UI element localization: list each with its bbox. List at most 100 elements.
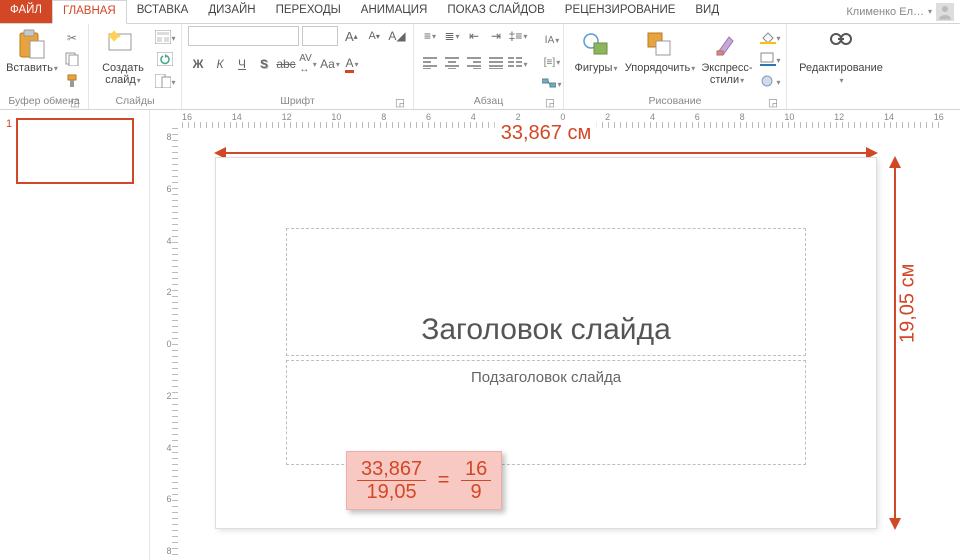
- width-dimension-annotation: 33,867 см: [216, 138, 876, 160]
- section-button[interactable]: ▾: [155, 72, 175, 92]
- shape-fill-button[interactable]: ▾: [760, 28, 780, 48]
- arrange-label: Упорядочить: [625, 62, 690, 74]
- font-size-select[interactable]: [302, 26, 338, 46]
- paste-button[interactable]: Вставить▾: [6, 26, 58, 74]
- justify-button[interactable]: [486, 54, 506, 74]
- smartart-icon: [542, 77, 556, 92]
- quick-styles-button[interactable]: Экспресс-стили▾: [698, 26, 756, 86]
- text-direction-icon: ⅠA: [545, 35, 555, 46]
- columns-icon: [508, 57, 522, 72]
- editing-label: Редактирование: [799, 62, 883, 74]
- account-area[interactable]: Клименко Ел… ▾: [846, 0, 960, 23]
- char-spacing-button[interactable]: AV↔▾: [298, 54, 318, 74]
- layout-button[interactable]: ▾: [155, 28, 175, 48]
- subtitle-placeholder[interactable]: Подзаголовок слайда: [286, 360, 806, 465]
- grow-font-button[interactable]: A▴: [341, 26, 361, 46]
- thumb-preview: [16, 118, 134, 184]
- shape-outline-button[interactable]: ▾: [760, 50, 780, 70]
- underline-button[interactable]: Ч: [232, 54, 252, 74]
- tab-transitions[interactable]: ПЕРЕХОДЫ: [266, 0, 351, 23]
- tab-review[interactable]: РЕЦЕНЗИРОВАНИЕ: [555, 0, 686, 23]
- width-value: 33,867 см: [495, 122, 597, 145]
- tab-view[interactable]: ВИД: [685, 0, 729, 23]
- slide-viewport[interactable]: 33,867 см Заголовок слайда Подзаголовок …: [198, 138, 930, 550]
- section-icon: [155, 74, 171, 91]
- shape-effects-button[interactable]: ▾: [760, 72, 780, 92]
- thumbnail-slide-1[interactable]: 1: [6, 118, 143, 184]
- justify-icon: [489, 57, 503, 72]
- paste-label: Вставить: [6, 62, 53, 74]
- increase-indent-button[interactable]: ⇥: [486, 26, 506, 46]
- smartart-button[interactable]: ▾: [542, 74, 562, 94]
- new-slide-button[interactable]: Создать слайд▾: [95, 26, 151, 86]
- tab-home[interactable]: ГЛАВНАЯ: [52, 0, 127, 24]
- paragraph-dialog-launcher[interactable]: ◲: [545, 97, 555, 107]
- format-painter-button[interactable]: [62, 72, 82, 92]
- numbering-button[interactable]: ≣▾: [442, 26, 462, 46]
- avatar-icon: [936, 3, 954, 21]
- line-spacing-button[interactable]: ‡≡▾: [508, 26, 528, 46]
- eraser-icon: A◢: [388, 29, 405, 43]
- ratio-formula-box: 33,86719,05 = 169: [346, 451, 502, 510]
- outline-icon: [760, 52, 776, 69]
- align-left-icon: [423, 57, 437, 72]
- strike-button[interactable]: abc: [276, 54, 296, 74]
- editing-button[interactable]: Редактирование▾: [793, 26, 889, 86]
- align-right-button[interactable]: [464, 54, 484, 74]
- tab-insert[interactable]: ВСТАВКА: [127, 0, 199, 23]
- group-drawing: Фигуры▾ Упорядочить▾ Экспресс-стили▾ ▾ ▾…: [564, 24, 787, 109]
- group-font-label: Шрифт: [280, 95, 315, 107]
- shrink-font-button[interactable]: A▾: [364, 26, 384, 46]
- tab-file[interactable]: ФАЙЛ: [0, 0, 52, 23]
- new-slide-icon: [107, 28, 139, 60]
- qs-l1: Экспресс-: [701, 62, 752, 74]
- slide-thumbnails-panel[interactable]: 1: [0, 110, 150, 560]
- text-direction-button[interactable]: ⅠA▾: [542, 30, 562, 50]
- bold-button[interactable]: Ж: [188, 54, 208, 74]
- spacing-icon: AV↔: [299, 53, 312, 75]
- height-dimension-annotation: 19,05 см: [884, 158, 906, 528]
- group-slides-label: Слайды: [115, 95, 154, 107]
- group-paragraph: ≡▾ ≣▾ ⇤ ⇥ ‡≡▾ ▾ ⅠA▾ [≡]▾ ▾ Абзац ◲: [414, 24, 564, 109]
- group-drawing-label: Рисование: [649, 95, 702, 107]
- group-clipboard: Вставить▾ ✂ Буфер обмена ◲: [0, 24, 89, 109]
- copy-button[interactable]: [62, 50, 82, 70]
- ribbon: Вставить▾ ✂ Буфер обмена ◲ Создать слайд…: [0, 24, 960, 110]
- columns-button[interactable]: ▾: [508, 54, 528, 74]
- font-name-select[interactable]: [188, 26, 299, 46]
- decrease-indent-button[interactable]: ⇤: [464, 26, 484, 46]
- drawing-dialog-launcher[interactable]: ◲: [768, 97, 778, 107]
- shapes-button[interactable]: Фигуры▾: [570, 26, 622, 74]
- tab-animation[interactable]: АНИМАЦИЯ: [351, 0, 438, 23]
- ribbon-tabs: ФАЙЛ ГЛАВНАЯ ВСТАВКА ДИЗАЙН ПЕРЕХОДЫ АНИ…: [0, 0, 960, 24]
- subtitle-placeholder-text: Подзаголовок слайда: [471, 369, 621, 386]
- shapes-label: Фигуры: [575, 62, 613, 74]
- arrange-icon: [644, 28, 676, 60]
- align-text-button[interactable]: [≡]▾: [542, 52, 562, 72]
- height-value: 19,05 см: [897, 264, 920, 343]
- layout-icon: [155, 30, 171, 47]
- reset-button[interactable]: [155, 50, 175, 70]
- change-case-button[interactable]: Aa▾: [320, 54, 340, 74]
- italic-button[interactable]: К: [210, 54, 230, 74]
- clear-format-button[interactable]: A◢: [387, 26, 407, 46]
- bullets-icon: ≡: [424, 29, 431, 43]
- font-color-button[interactable]: A▾: [342, 54, 362, 74]
- cut-button[interactable]: ✂: [62, 28, 82, 48]
- group-editing: Редактирование▾: [787, 24, 895, 109]
- group-slides: Создать слайд▾ ▾ ▾ Слайды: [89, 24, 182, 109]
- align-left-button[interactable]: [420, 54, 440, 74]
- slide-1[interactable]: Заголовок слайда Подзаголовок слайда 33,…: [216, 158, 876, 528]
- workspace: 1 1614121086420246810121416 864202468 33…: [0, 110, 960, 560]
- tab-design[interactable]: ДИЗАЙН: [198, 0, 265, 23]
- frac-b-den: 9: [471, 481, 482, 503]
- align-center-button[interactable]: [442, 54, 462, 74]
- group-paragraph-label: Абзац: [474, 95, 503, 107]
- tab-slideshow[interactable]: ПОКАЗ СЛАЙДОВ: [437, 0, 554, 23]
- bullets-button[interactable]: ≡▾: [420, 26, 440, 46]
- shadow-button[interactable]: S: [254, 54, 274, 74]
- font-dialog-launcher[interactable]: ◲: [395, 97, 405, 107]
- title-placeholder[interactable]: Заголовок слайда: [286, 228, 806, 356]
- arrange-button[interactable]: Упорядочить▾: [626, 26, 694, 74]
- clipboard-dialog-launcher[interactable]: ◲: [70, 97, 80, 107]
